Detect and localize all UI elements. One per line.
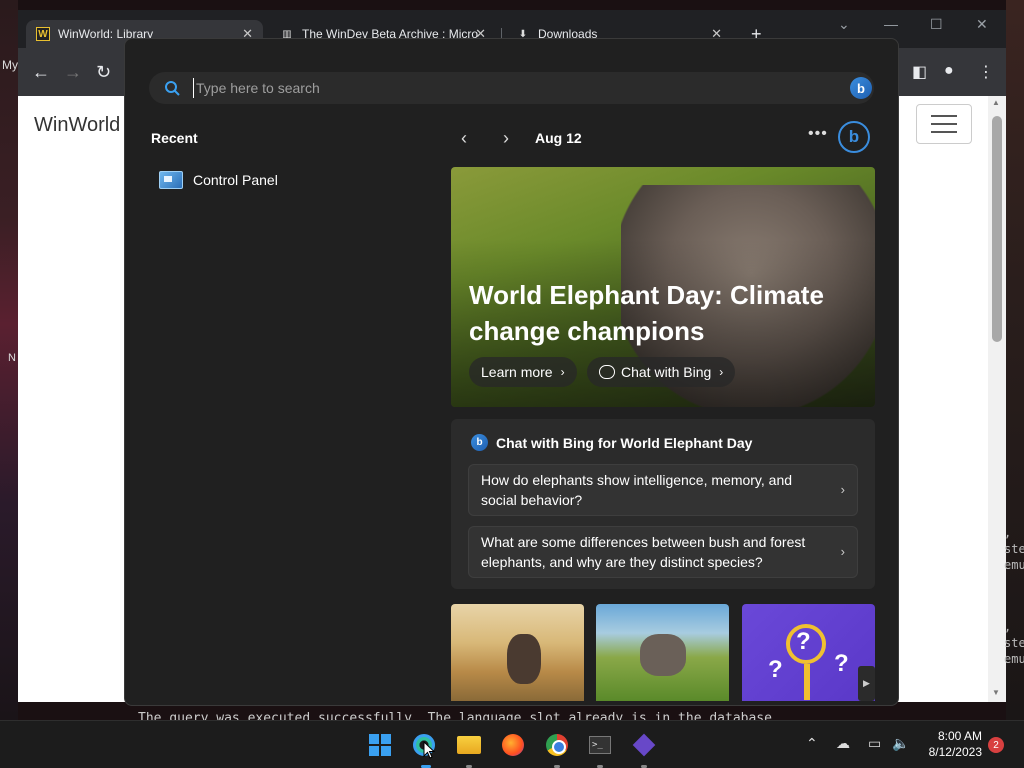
chat-suggestion[interactable]: How do elephants show intelligence, memo… bbox=[468, 464, 858, 516]
chevron-right-icon: › bbox=[719, 365, 724, 379]
chevron-right-icon: › bbox=[560, 365, 565, 379]
site-brand[interactable]: WinWorld bbox=[34, 114, 120, 137]
desktop-icon-label-2: N bbox=[8, 352, 16, 364]
desktop-icon-label: My bbox=[2, 58, 18, 72]
clock-date[interactable]: 8/12/2023 bbox=[922, 745, 982, 759]
desktop-wallpaper-right bbox=[1006, 0, 1024, 720]
chat-with-bing-label: Chat with Bing bbox=[621, 364, 712, 380]
chat-card-title: Chat with Bing for World Elephant Day bbox=[496, 434, 753, 451]
terminal-fragment: ste bbox=[1004, 636, 1024, 650]
file-explorer-button[interactable] bbox=[455, 731, 483, 759]
search-bar[interactable] bbox=[149, 72, 874, 104]
profile-icon[interactable]: ● bbox=[944, 62, 954, 80]
bing-chat-card: b Chat with Bing for World Elephant Day … bbox=[451, 419, 875, 589]
chrome-icon bbox=[546, 734, 568, 756]
hamburger-menu-button[interactable] bbox=[916, 104, 972, 144]
terminal-fragment: , bbox=[1004, 526, 1012, 540]
chat-suggestion-text: What are some differences between bush a… bbox=[481, 534, 806, 570]
reload-icon[interactable]: ↻ bbox=[96, 62, 111, 83]
visual-studio-button[interactable] bbox=[630, 731, 658, 759]
search-input[interactable] bbox=[193, 78, 793, 98]
chevron-right-icon: › bbox=[840, 482, 845, 497]
search-flyout: b Recent Control Panel ‹ › Aug 12 ••• b … bbox=[124, 38, 899, 706]
clock-time[interactable]: 8:00 AM bbox=[932, 729, 982, 743]
bing-icon: b bbox=[471, 434, 488, 451]
chat-suggestion[interactable]: What are some differences between bush a… bbox=[468, 526, 858, 578]
chat-card-heading: b Chat with Bing for World Elephant Day bbox=[471, 434, 752, 451]
network-icon[interactable]: ▭ bbox=[868, 735, 881, 752]
terminal-fragment: ste bbox=[1004, 542, 1024, 556]
back-icon[interactable]: ← bbox=[32, 62, 50, 83]
thumbnail-elephant-grassland[interactable] bbox=[596, 604, 729, 701]
terminal-icon: >_ bbox=[589, 736, 611, 754]
recent-heading: Recent bbox=[151, 130, 198, 146]
chevron-up-icon[interactable]: ⌃ bbox=[806, 735, 818, 752]
notification-badge[interactable]: 2 bbox=[988, 737, 1004, 753]
volume-icon[interactable]: 🔈 bbox=[892, 735, 909, 752]
chat-with-bing-button[interactable]: Chat with Bing › bbox=[587, 357, 736, 387]
mouse-cursor-icon bbox=[423, 741, 435, 759]
scroll-thumb[interactable] bbox=[992, 116, 1002, 342]
close-window-button[interactable]: ✕ bbox=[976, 16, 988, 33]
hero-title: World Elephant Day: Climate change champ… bbox=[469, 280, 824, 346]
maximize-button[interactable]: ☐ bbox=[930, 16, 943, 33]
chevron-right-icon: › bbox=[840, 544, 845, 559]
bing-icon[interactable]: b bbox=[850, 77, 872, 99]
chat-bubble-icon bbox=[599, 365, 615, 379]
scroll-up-icon[interactable]: ▲ bbox=[992, 98, 1000, 107]
firefox-icon bbox=[502, 734, 524, 756]
terminal-button[interactable]: >_ bbox=[586, 731, 614, 759]
scroll-down-icon[interactable]: ▼ bbox=[992, 688, 1000, 697]
chat-suggestion-text: How do elephants show intelligence, memo… bbox=[481, 472, 793, 508]
learn-more-label: Learn more bbox=[481, 364, 553, 380]
forward-icon[interactable]: → bbox=[64, 62, 82, 83]
windows-start-icon bbox=[369, 734, 391, 756]
bing-chat-icon[interactable]: b bbox=[838, 121, 870, 153]
terminal-fragment: emu bbox=[1004, 652, 1024, 666]
chevron-right-icon[interactable]: › bbox=[503, 128, 509, 149]
chrome-button[interactable] bbox=[543, 731, 571, 759]
firefox-button[interactable] bbox=[499, 731, 527, 759]
chevron-down-icon[interactable]: ⌄ bbox=[838, 16, 850, 33]
visual-studio-icon bbox=[632, 733, 656, 757]
terminal-fragment: , bbox=[1004, 620, 1012, 634]
next-arrow-icon[interactable]: ▶ bbox=[858, 666, 875, 701]
control-panel-icon bbox=[159, 171, 183, 189]
terminal-fragment: emu bbox=[1004, 558, 1024, 572]
onedrive-icon[interactable]: ☁ bbox=[836, 735, 850, 752]
file-explorer-icon bbox=[457, 736, 481, 754]
thumbnail-question-magnifier[interactable]: ? ? ? bbox=[742, 604, 875, 701]
page-scrollbar[interactable]: ▲ ▼ bbox=[988, 96, 1006, 702]
winworld-icon: W bbox=[36, 27, 50, 41]
date-label: Aug 12 bbox=[535, 130, 582, 146]
minimize-button[interactable]: — bbox=[884, 16, 898, 32]
menu-icon[interactable]: ⋮ bbox=[978, 62, 994, 82]
thumbnail-elephant-savanna[interactable] bbox=[451, 604, 584, 701]
learn-more-button[interactable]: Learn more › bbox=[469, 357, 577, 387]
hero-card[interactable]: World Elephant Day: Climate change champ… bbox=[451, 167, 875, 407]
recent-item-control-panel[interactable]: Control Panel bbox=[159, 169, 278, 191]
start-button[interactable] bbox=[366, 731, 394, 759]
sidebar-icon[interactable]: ◧ bbox=[912, 62, 927, 82]
chevron-left-icon[interactable]: ‹ bbox=[461, 128, 467, 149]
search-icon bbox=[165, 81, 180, 96]
recent-item-label: Control Panel bbox=[193, 172, 278, 188]
more-options-icon[interactable]: ••• bbox=[808, 125, 828, 143]
